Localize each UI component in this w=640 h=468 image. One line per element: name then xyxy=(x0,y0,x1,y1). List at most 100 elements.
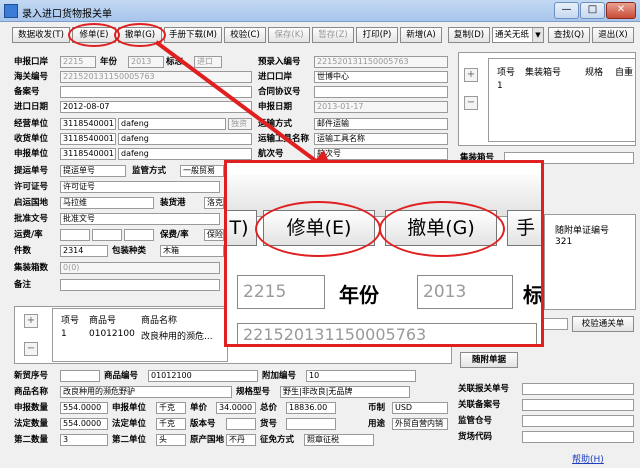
currency-field[interactable]: USD xyxy=(392,402,448,414)
second-qty-field[interactable]: 3 xyxy=(60,434,108,446)
pieces-label: 件数 xyxy=(14,246,32,256)
import-date-label: 进口日期 xyxy=(14,102,49,112)
remark-field[interactable] xyxy=(60,279,220,291)
copy-button[interactable]: 复制(D) xyxy=(448,27,490,43)
license-label: 许可证号 xyxy=(14,182,49,192)
new-trade-field[interactable] xyxy=(60,370,100,382)
add-container-button[interactable]: + xyxy=(464,68,478,82)
consignee-code-field[interactable]: 3118540001 xyxy=(60,133,116,145)
unit-field[interactable]: 千克 xyxy=(156,402,186,414)
zoom-mark-label: 标 xyxy=(523,283,543,307)
origin-field[interactable]: 马拉维 xyxy=(60,197,154,209)
find-button[interactable]: 查找(Q) xyxy=(548,27,590,43)
item-no-label: 货号 xyxy=(260,419,278,429)
bill-label: 提运单号 xyxy=(14,166,49,176)
zoom-withdraw-oval xyxy=(379,201,505,257)
help-link[interactable]: 帮助(H) xyxy=(572,452,604,465)
use-label: 用途 xyxy=(368,419,386,429)
spec-field[interactable]: 野生|非改良|无品牌 xyxy=(280,386,410,398)
declarant-code-field[interactable]: 3118540001 xyxy=(60,148,116,160)
tax-label: 征免方式 xyxy=(260,435,295,445)
loading-field[interactable]: 洛克 xyxy=(204,197,224,209)
freight-mark-field[interactable] xyxy=(124,229,154,241)
qty-field[interactable]: 554.0000 xyxy=(60,402,108,414)
origin-label: 启运国地 xyxy=(14,198,49,208)
new-button[interactable]: 新增(A) xyxy=(400,27,442,43)
approval-field[interactable]: 批准文号 xyxy=(60,213,220,225)
attach-docs-button[interactable]: 随附单据 xyxy=(460,352,518,368)
assoc-declare-field[interactable] xyxy=(522,383,634,395)
year-label: 年份 xyxy=(100,57,118,67)
price-label: 单价 xyxy=(190,403,208,413)
item-no-field[interactable] xyxy=(286,418,336,430)
exit-button[interactable]: 退出(X) xyxy=(592,27,634,43)
goods-row-code[interactable]: 01012100 xyxy=(89,329,135,339)
freight-rate-field[interactable] xyxy=(92,229,122,241)
port-field[interactable]: 2215 xyxy=(60,56,96,68)
goods-row-name[interactable]: 改良种用的濒危... xyxy=(141,329,213,342)
zoom-year-label: 年份 xyxy=(339,283,379,307)
freight-code-field[interactable] xyxy=(60,229,90,241)
chevron-down-icon[interactable]: ▼ xyxy=(532,28,543,42)
goods-row-item[interactable]: 1 xyxy=(61,329,67,339)
add-goods-button[interactable]: + xyxy=(24,314,38,328)
goods-header-name: 商品名称 xyxy=(141,316,178,326)
goods-header-code: 商品号 xyxy=(89,316,117,326)
attach-value[interactable]: 321 xyxy=(555,237,572,247)
zoom-partial-button-right: 手 xyxy=(507,210,541,246)
window-title: 录入进口货物报关单 xyxy=(22,9,112,20)
second-unit-field[interactable]: 头 xyxy=(156,434,186,446)
new-trade-label: 新贸序号 xyxy=(14,371,49,381)
minimize-button[interactable]: — xyxy=(554,2,579,19)
title-bar: 录入进口货物报关单 — □ ✕ xyxy=(0,0,640,22)
remove-container-button[interactable]: − xyxy=(464,96,478,110)
operator-code-field[interactable]: 3118540001 xyxy=(60,118,116,130)
tax-field[interactable]: 照章征税 xyxy=(304,434,374,446)
record-no-label: 备案号 xyxy=(14,87,40,97)
package-field[interactable]: 木箱 xyxy=(160,245,224,257)
remove-goods-button[interactable]: − xyxy=(24,342,38,356)
declarant-label: 申报单位 xyxy=(14,149,49,159)
maximize-button[interactable]: □ xyxy=(580,2,605,19)
goods-no-field[interactable]: 01012100 xyxy=(148,370,258,382)
grid-header-item: 项号 xyxy=(497,68,516,78)
legal-qty-label: 法定数量 xyxy=(14,419,49,429)
container-grid: 项号 集装箱号 规格 自重 1 xyxy=(488,58,636,142)
grid-row-item[interactable]: 1 xyxy=(497,81,503,91)
data-transfer-button[interactable]: 数据收发(T) xyxy=(12,27,70,43)
goods-no-label: 商品编号 xyxy=(104,371,139,381)
customs-no-label: 海关编号 xyxy=(14,72,49,82)
close-button[interactable]: ✕ xyxy=(606,2,636,19)
port-label: 申报口岸 xyxy=(14,57,49,67)
total-field[interactable]: 18836.00 xyxy=(286,402,336,414)
goods-name-label: 商品名称 xyxy=(14,387,49,397)
legal-qty-field[interactable]: 554.0000 xyxy=(60,418,108,430)
pieces-field[interactable]: 2314 xyxy=(60,245,108,257)
assoc-declare-label: 关联报关单号 xyxy=(458,384,510,394)
use-field[interactable]: 外贸自营内销 xyxy=(392,418,448,430)
print-button[interactable]: 打印(P) xyxy=(356,27,398,43)
goods-name-field[interactable]: 改良种用的濒危野驴 xyxy=(60,386,232,398)
package-label: 包装种类 xyxy=(112,246,147,256)
country-label: 原产国地 xyxy=(190,435,225,445)
loading-label: 装货港 xyxy=(160,198,186,208)
zoom-year-field: 2013 xyxy=(417,275,513,309)
verify-customs-button[interactable]: 校验通关单 xyxy=(572,316,634,332)
zoom-partial-button-left: T) xyxy=(227,210,257,246)
grid-header-spec: 规格 xyxy=(585,68,604,78)
extra-no-field[interactable]: 10 xyxy=(306,370,416,382)
app-icon xyxy=(4,4,18,18)
assoc-record-field[interactable] xyxy=(522,399,634,411)
version-field[interactable] xyxy=(226,418,256,430)
attached-docs-grid: 随附单证编号 321 xyxy=(544,214,636,310)
price-field[interactable]: 34.0000 xyxy=(216,402,256,414)
country-field[interactable]: 不丹 xyxy=(226,434,256,446)
warehouse-field[interactable] xyxy=(522,415,634,427)
bill-field[interactable]: 提运单号 xyxy=(60,165,126,177)
yard-field[interactable] xyxy=(522,431,634,443)
operator-label: 经营单位 xyxy=(14,119,49,129)
insurance-field[interactable]: 保险 xyxy=(204,229,224,241)
legal-unit-field[interactable]: 千克 xyxy=(156,418,186,430)
clearance-mode-select[interactable]: 通关无纸 ▼ xyxy=(492,27,544,43)
total-label: 总价 xyxy=(260,403,278,413)
